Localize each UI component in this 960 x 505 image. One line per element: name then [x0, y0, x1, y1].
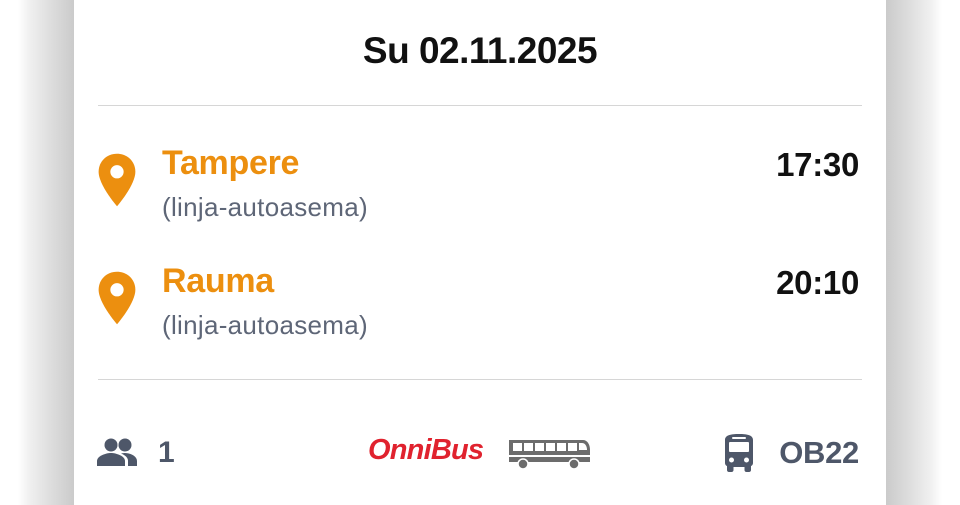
trip-date: Su 02.11.2025 — [362, 30, 598, 71]
arrival-city: Rauma — [162, 262, 274, 300]
departure-stop: Tampere (linja-autoasema) 17:30 — [74, 144, 886, 234]
departure-time: 17:30 — [776, 146, 859, 183]
bus-line-code: OB22 — [779, 435, 859, 470]
trip-card[interactable]: Su 02.11.2025 Tampere (linja-autoasema) … — [74, 0, 886, 505]
operator-bus-logo-icon — [509, 440, 590, 470]
arrival-stop: Rauma (linja-autoasema) 20:10 — [74, 262, 886, 352]
departure-station: (linja-autoasema) — [162, 192, 368, 222]
departure-city: Tampere — [162, 144, 300, 182]
location-pin-icon — [98, 153, 136, 207]
arrival-station: (linja-autoasema) — [162, 310, 368, 340]
bus-icon — [725, 434, 753, 472]
trip-footer: 1 OnniBus OB22 — [74, 428, 886, 484]
divider-bottom — [98, 379, 862, 380]
location-pin-icon — [98, 271, 136, 325]
card-shadow-right — [884, 0, 942, 505]
arrival-time: 20:10 — [776, 264, 859, 301]
passengers-icon — [97, 438, 137, 466]
onnibus-logo-text: OnniBus — [368, 434, 484, 466]
passenger-count: 1 — [158, 436, 175, 469]
card-shadow-left — [18, 0, 76, 505]
divider-top — [98, 105, 862, 106]
